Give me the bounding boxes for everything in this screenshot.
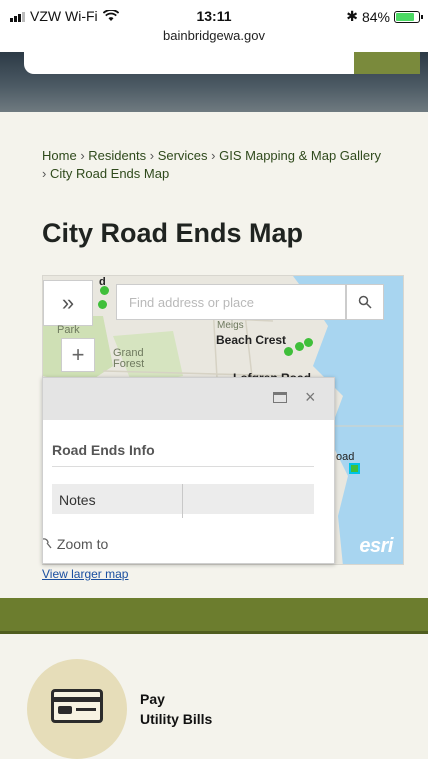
- breadcrumb-home[interactable]: Home: [42, 148, 77, 163]
- road-end-marker[interactable]: [98, 300, 107, 309]
- road-end-marker[interactable]: [284, 347, 293, 356]
- map-label-road: oad: [336, 451, 355, 463]
- map-label-park: Park: [57, 324, 80, 336]
- zoom-in-button[interactable]: +: [61, 338, 95, 372]
- notes-divider: [182, 484, 183, 518]
- breadcrumb-residents[interactable]: Residents: [88, 148, 146, 163]
- esri-logo: esri: [359, 535, 393, 557]
- battery-icon: [394, 10, 423, 23]
- pay-label: Pay: [140, 691, 165, 707]
- map-search-input[interactable]: Find address or place: [116, 284, 346, 320]
- popup-header: ×: [43, 378, 334, 420]
- road-end-marker[interactable]: [304, 338, 313, 347]
- map-label-grand-forest: Grand Forest: [113, 347, 145, 370]
- map-label-meigs: Meigs: [217, 320, 244, 331]
- utility-bills-label: Utility Bills: [140, 711, 213, 727]
- credit-card-icon: [51, 689, 103, 723]
- breadcrumb-separator: ›: [42, 166, 47, 181]
- breadcrumb-current: City Road Ends Map: [49, 166, 170, 181]
- site-search-button[interactable]: [354, 52, 420, 74]
- breadcrumb: Home › Residents › Services › GIS Mappin…: [42, 147, 382, 183]
- status-bar: VZW Wi-Fi 13:11 bainbridgewa.gov ✱ 84%: [0, 0, 428, 52]
- notes-row: Notes: [52, 484, 314, 518]
- site-search-input[interactable]: [24, 52, 354, 74]
- road-ends-popup: × Road Ends Info Notes Zoom to: [42, 377, 335, 564]
- view-larger-map-link[interactable]: View larger map: [42, 567, 128, 581]
- address-bar-url[interactable]: bainbridgewa.gov: [0, 28, 428, 43]
- hero-banner: [0, 52, 428, 112]
- close-icon[interactable]: ×: [305, 387, 316, 408]
- section-divider-band: [0, 598, 428, 634]
- search-icon: [42, 538, 52, 549]
- status-right: ✱ 84%: [346, 8, 423, 25]
- breadcrumb-separator: ›: [149, 148, 155, 163]
- map-label-beach-crest: Beach Crest: [216, 333, 287, 347]
- battery-percent: 84%: [361, 8, 390, 25]
- road-end-marker[interactable]: [295, 342, 304, 351]
- maximize-icon[interactable]: [273, 392, 287, 403]
- selected-road-end-marker[interactable]: [349, 463, 360, 474]
- popup-divider: [52, 466, 314, 467]
- pay-utility-bills-link[interactable]: Pay Utility Bills: [140, 689, 212, 729]
- zoom-to-label: Zoom to: [56, 536, 109, 552]
- popup-title: Road Ends Info: [52, 442, 155, 458]
- page-title: City Road Ends Map: [42, 218, 304, 248]
- map-label-d: d: [99, 276, 106, 288]
- zoom-to-link[interactable]: Zoom to: [42, 536, 109, 552]
- breadcrumb-services[interactable]: Services: [158, 148, 208, 163]
- notes-label: Notes: [59, 492, 96, 508]
- pay-utility-bills-icon-circle[interactable]: [27, 659, 127, 759]
- breadcrumb-gis-mapping[interactable]: GIS Mapping & Map Gallery: [219, 148, 381, 163]
- search-icon: [358, 295, 372, 309]
- map-search-button[interactable]: [346, 284, 384, 320]
- bluetooth-icon: ✱: [346, 8, 358, 24]
- breadcrumb-separator: ›: [80, 148, 85, 163]
- breadcrumb-separator: ›: [211, 148, 216, 163]
- panel-toggle-button[interactable]: »: [43, 280, 93, 326]
